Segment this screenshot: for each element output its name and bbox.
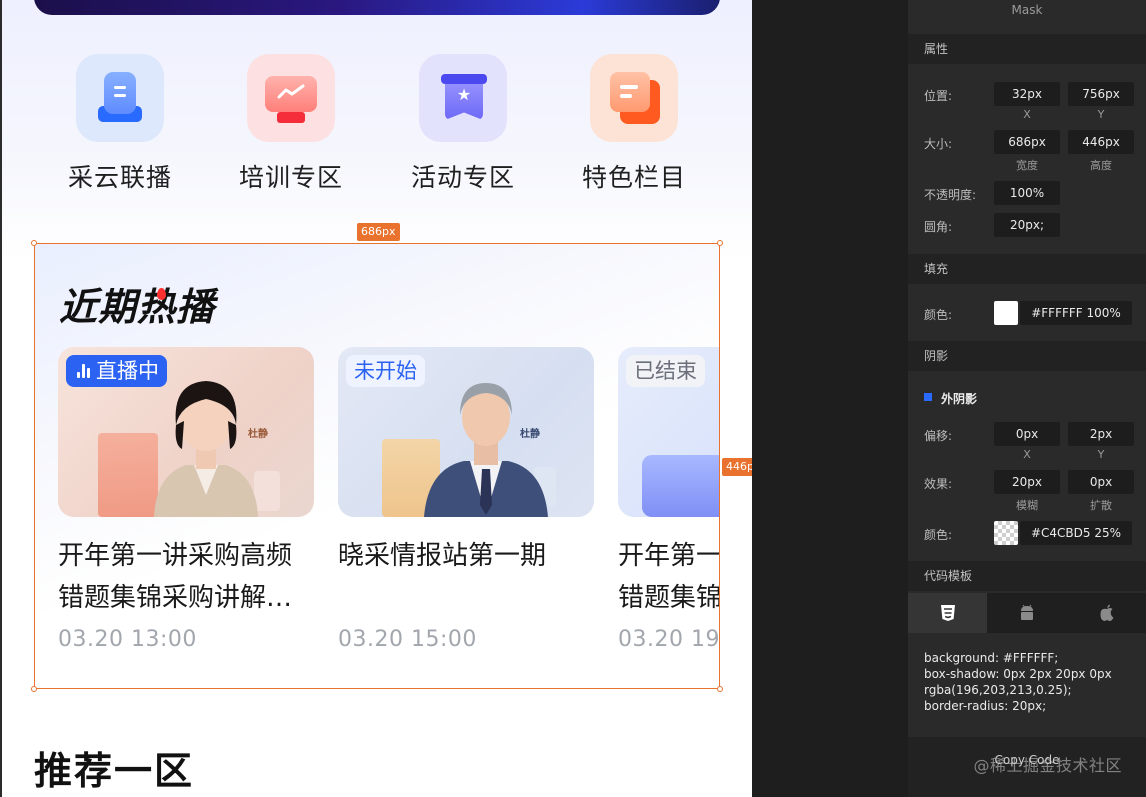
fill-color-field[interactable]: #FFFFFF 100% (1020, 301, 1132, 325)
nav-label: 特色栏目 (581, 163, 686, 192)
code-snippet[interactable]: background: #FFFFFF; box-shadow: 0px 2px… (924, 650, 1112, 714)
x-caption: X (1023, 108, 1031, 121)
width-caption: 宽度 (1016, 159, 1038, 172)
section-header-code: 代码模板 (908, 561, 1146, 591)
fill-color-swatch[interactable] (994, 301, 1018, 325)
section-header-shadow: 阴影 (908, 341, 1146, 371)
training-chart-icon (247, 54, 335, 142)
blur-caption: 模糊 (1016, 499, 1038, 512)
nav-label: 采云联播 (67, 163, 172, 192)
blur-field[interactable]: 20px (994, 470, 1060, 494)
width-field[interactable]: 686px (994, 130, 1060, 154)
selection-outline[interactable] (34, 243, 720, 689)
section-header-fill: 填充 (908, 254, 1146, 284)
activity-star-icon: ★ (419, 54, 507, 142)
spread-caption: 扩散 (1090, 499, 1112, 512)
resize-handle[interactable] (717, 240, 723, 246)
nav-item-training[interactable]: 培训专区 (205, 54, 377, 194)
recommend-section-title: 推荐一区 (34, 749, 195, 793)
opacity-label: 不透明度: (924, 188, 977, 202)
nav-item-featured[interactable]: 特色栏目 (548, 54, 720, 194)
canvas-edge (0, 0, 2, 797)
inspector-panel: Mask 属性 位置: 32px 756px X Y 大小: 686px 446… (908, 0, 1146, 797)
nav-label: 活动专区 (410, 163, 515, 192)
tab-ios[interactable] (1067, 593, 1146, 633)
position-label: 位置: (924, 89, 953, 103)
css3-icon (940, 605, 955, 621)
android-icon (1020, 604, 1033, 620)
fill-color-label: 颜色: (924, 308, 953, 322)
section-header-properties: 属性 (908, 34, 1146, 64)
radius-field[interactable]: 20px; (994, 213, 1060, 237)
nav-label: 培训专区 (238, 163, 343, 192)
nav-item-broadcast[interactable]: 采云联播 (34, 54, 206, 194)
y-caption: Y (1097, 108, 1105, 121)
shadow-color-label: 颜色: (924, 528, 953, 542)
nav-item-activity[interactable]: ★ 活动专区 (377, 54, 549, 194)
height-field[interactable]: 446px (1068, 130, 1134, 154)
resize-handle[interactable] (31, 240, 37, 246)
shadow-enabled-checkbox[interactable] (924, 393, 932, 401)
x-caption: X (1023, 448, 1031, 461)
offset-label: 偏移: (924, 429, 953, 443)
tab-android[interactable] (987, 593, 1066, 633)
width-measure-tag: 686px (357, 223, 400, 241)
featured-column-icon (590, 54, 678, 142)
y-caption: Y (1097, 448, 1105, 461)
spread-field[interactable]: 0px (1068, 470, 1134, 494)
layer-name: Mask (1011, 3, 1043, 17)
tab-css[interactable] (908, 593, 987, 633)
shadow-type-label: 外阴影 (941, 392, 978, 406)
design-canvas[interactable]: 采云联播 培训专区 ★ 活动专区 特色栏目 近期热播 杜静 直播中 开年第一讲采… (0, 0, 752, 797)
offset-x-field[interactable]: 0px (994, 422, 1060, 446)
size-label: 大小: (924, 137, 953, 151)
resize-handle[interactable] (31, 686, 37, 692)
opacity-field[interactable]: 100% (994, 181, 1060, 205)
shadow-color-field[interactable]: #C4CBD5 25% (1020, 521, 1132, 545)
broadcast-icon (76, 54, 164, 142)
shadow-color-swatch[interactable] (994, 521, 1018, 545)
top-banner[interactable] (34, 0, 720, 15)
height-caption: 高度 (1090, 159, 1112, 172)
resize-handle[interactable] (717, 686, 723, 692)
effect-label: 效果: (924, 477, 953, 491)
watermark: @稀土掘金技术社区 (973, 756, 1122, 775)
offset-y-field[interactable]: 2px (1068, 422, 1134, 446)
position-y-field[interactable]: 756px (1068, 82, 1134, 106)
code-tabs (908, 593, 1146, 633)
height-measure-tag: 446px (722, 458, 752, 476)
design-tool-window: 采云联播 培训专区 ★ 活动专区 特色栏目 近期热播 杜静 直播中 开年第一讲采… (0, 0, 1146, 797)
position-x-field[interactable]: 32px (994, 82, 1060, 106)
radius-label: 圆角: (924, 220, 953, 234)
category-nav: 采云联播 培训专区 ★ 活动专区 特色栏目 (0, 54, 752, 204)
apple-icon (1100, 604, 1113, 621)
